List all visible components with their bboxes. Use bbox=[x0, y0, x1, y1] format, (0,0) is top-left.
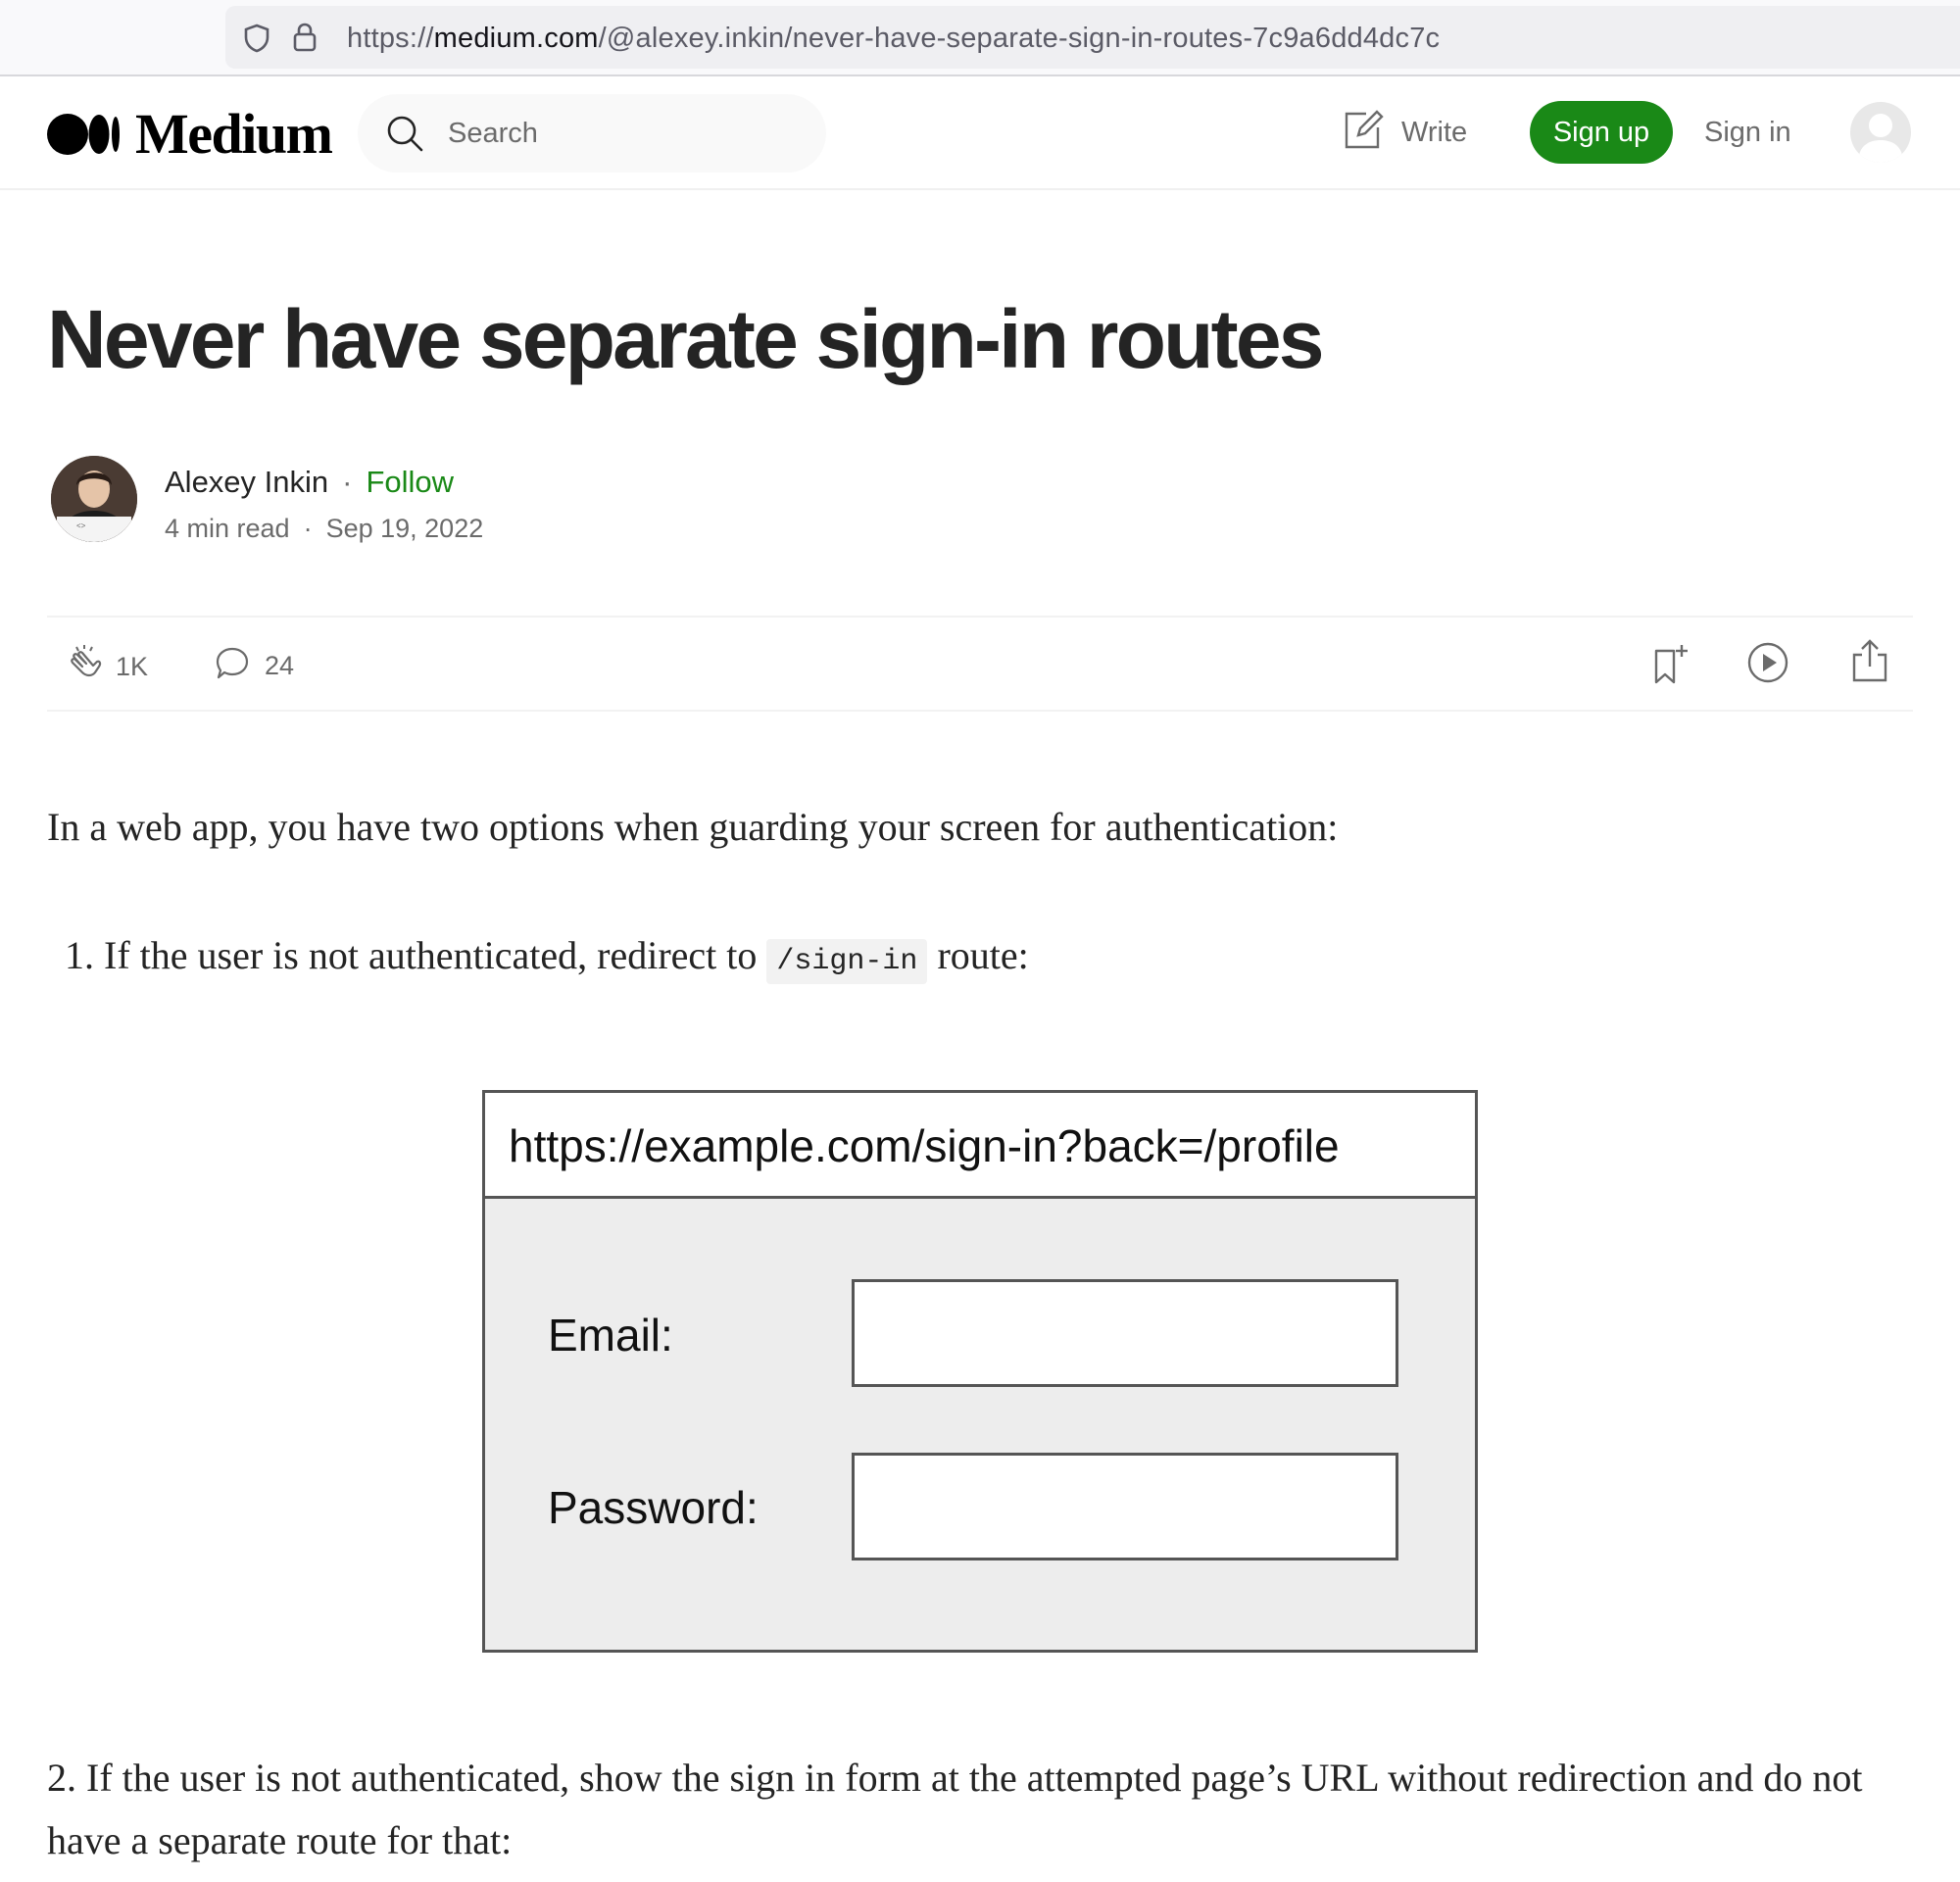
publish-date: Sep 19, 2022 bbox=[325, 514, 484, 543]
responses-button[interactable]: 24 bbox=[214, 645, 294, 687]
play-listen-icon[interactable] bbox=[1746, 641, 1789, 689]
mockup-password-label: Password: bbox=[548, 1482, 759, 1533]
url-text[interactable]: https://medium.com/@alexey.inkin/never-h… bbox=[347, 23, 1440, 55]
user-avatar-button[interactable] bbox=[1850, 102, 1911, 163]
write-icon bbox=[1343, 110, 1384, 156]
logo-text: Medium bbox=[135, 102, 333, 166]
write-label: Write bbox=[1401, 117, 1468, 148]
address-bar[interactable]: https://medium.com/@alexey.inkin/never-h… bbox=[225, 6, 1960, 69]
mockup-email-field bbox=[852, 1279, 1398, 1387]
url-prefix: https:// bbox=[347, 23, 434, 54]
url-host: medium.com bbox=[433, 23, 599, 54]
author-avatar[interactable]: <> bbox=[51, 456, 137, 542]
list-item-1: 1. If the user is not authenticated, red… bbox=[65, 924, 1029, 993]
response-count: 24 bbox=[265, 651, 295, 680]
share-icon[interactable] bbox=[1850, 639, 1889, 689]
search-input[interactable] bbox=[448, 114, 801, 153]
author-line: Alexey Inkin · Follow bbox=[165, 465, 454, 500]
sign-in-link[interactable]: Sign in bbox=[1704, 117, 1791, 149]
search-box[interactable] bbox=[358, 94, 826, 173]
svg-text:<>: <> bbox=[76, 521, 86, 530]
site-header: Medium Write Sign up Sign in bbox=[0, 76, 1960, 190]
clap-button[interactable]: 1K bbox=[63, 643, 148, 691]
comment-icon bbox=[214, 645, 251, 687]
follow-button[interactable]: Follow bbox=[366, 465, 454, 499]
author-name[interactable]: Alexey Inkin bbox=[165, 465, 328, 499]
mockup-password-field bbox=[852, 1453, 1398, 1560]
url-path: /@alexey.inkin/never-have-separate-sign-… bbox=[598, 23, 1441, 54]
sign-up-button[interactable]: Sign up bbox=[1530, 101, 1673, 164]
read-time: 4 min read bbox=[165, 514, 290, 543]
article-meta: 4 min read · Sep 19, 2022 bbox=[165, 514, 483, 544]
separator-dot: · bbox=[342, 465, 353, 499]
browser-toolbar: https://medium.com/@alexey.inkin/never-h… bbox=[0, 0, 1960, 76]
medium-logo-icon bbox=[47, 114, 120, 155]
list-item-2: 2. If the user is not authenticated, sho… bbox=[47, 1756, 1863, 1862]
separator-dot: · bbox=[303, 514, 313, 543]
list-item-1-text: 1. If the user is not authenticated, red… bbox=[65, 933, 758, 977]
clap-count: 1K bbox=[116, 652, 149, 681]
clap-icon bbox=[63, 643, 106, 691]
bookmark-add-icon[interactable] bbox=[1648, 643, 1690, 691]
user-icon bbox=[1858, 114, 1903, 163]
mockup-email-label: Email: bbox=[548, 1310, 673, 1361]
shield-icon[interactable] bbox=[243, 24, 270, 58]
inline-code: /sign-in bbox=[766, 939, 928, 984]
intro-paragraph: In a web app, you have two options when … bbox=[47, 805, 1339, 849]
search-icon bbox=[385, 114, 424, 158]
sign-in-mockup-image: https://example.com/sign-in?back=/profil… bbox=[482, 1090, 1478, 1653]
mockup-url-bar: https://example.com/sign-in?back=/profil… bbox=[485, 1093, 1475, 1199]
article-action-bar: 1K 24 bbox=[47, 616, 1913, 712]
medium-logo[interactable]: Medium bbox=[47, 102, 333, 166]
lock-icon[interactable] bbox=[292, 22, 318, 58]
article-title: Never have separate sign-in routes bbox=[47, 293, 1324, 385]
list-item-1-suffix: route: bbox=[937, 933, 1029, 977]
write-button[interactable]: Write bbox=[1343, 110, 1467, 156]
